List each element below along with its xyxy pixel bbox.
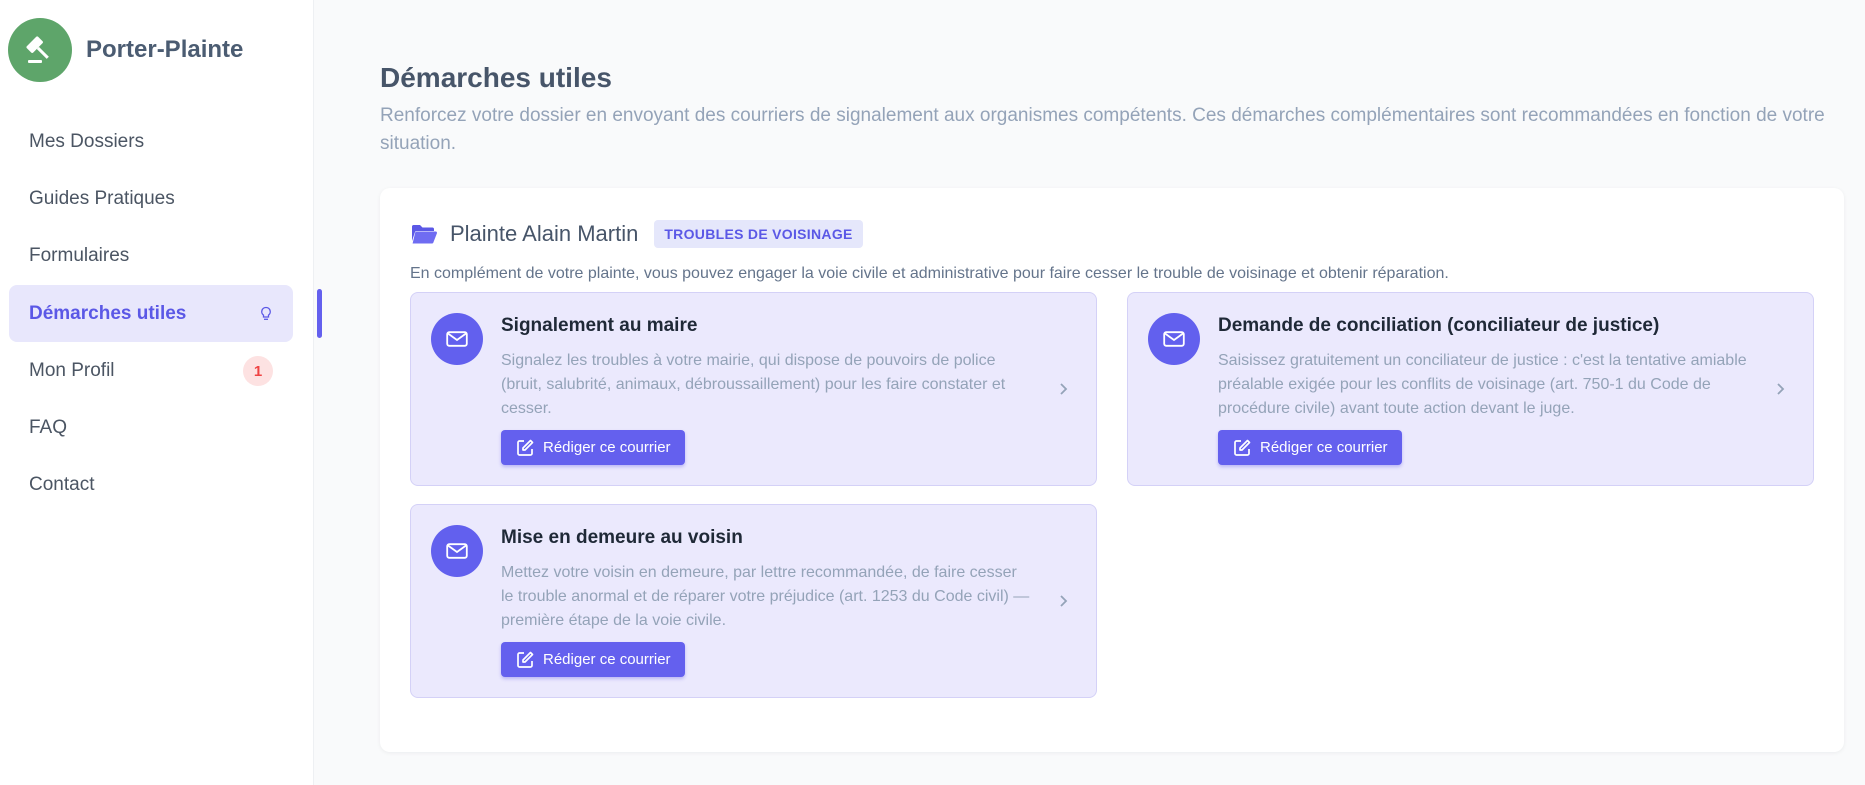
step-description: Saisissez gratuitement un conciliateur d… (1218, 352, 1747, 417)
chevron-right-icon (1060, 595, 1068, 607)
sidebar-item-demarches-utiles[interactable]: Démarches utiles (9, 285, 322, 342)
sidebar-item-label: Démarches utiles (29, 302, 187, 324)
case-description: En complément de votre plainte, vous pou… (410, 265, 1449, 282)
step-title: Mise en demeure au voisin (501, 527, 743, 548)
write-letter-button[interactable]: Rédiger ce courrier (501, 430, 685, 465)
sidebar-item-label: Guides Pratiques (29, 188, 175, 209)
step-card-signalement-maire[interactable]: Signalement au maire Signalez les troubl… (410, 292, 1097, 486)
mail-icon (431, 525, 483, 577)
step-body: Mise en demeure au voisin Mettez votre v… (501, 527, 1031, 633)
sidebar-item-label: Mon Profil (29, 360, 115, 381)
lightbulb-icon (261, 306, 271, 320)
edit-icon (517, 651, 534, 668)
sidebar-item-label: Formulaires (29, 245, 130, 266)
step-body: Signalement au maire Signalez les troubl… (501, 315, 1031, 421)
page-subtitle: Renforcez votre dossier en envoyant des … (380, 105, 1825, 154)
mail-icon (431, 313, 483, 365)
edit-icon (517, 439, 534, 456)
sidebar-item-mes-dossiers[interactable]: Mes Dossiers (9, 114, 293, 170)
button-label: Rédiger ce courrier (543, 439, 671, 456)
step-title: Demande de conciliation (conciliateur de… (1218, 315, 1660, 336)
sidebar: Porter-Plainte Mes Dossiers Guides Prati… (0, 0, 322, 785)
step-card-conciliation[interactable]: Demande de conciliation (conciliateur de… (1127, 292, 1814, 486)
brand[interactable]: Porter-Plainte (0, 18, 313, 82)
sidebar-nav: Mes Dossiers Guides Pratiques Formulaire… (0, 114, 322, 513)
edit-icon (1234, 439, 1251, 456)
mail-icon (1148, 313, 1200, 365)
sidebar-item-faq[interactable]: FAQ (9, 400, 293, 456)
sidebar-item-mon-profil[interactable]: Mon Profil 1 (9, 343, 293, 399)
case-title: Plainte Alain Martin (450, 221, 639, 246)
sidebar-item-label: Mes Dossiers (29, 131, 145, 152)
step-title: Signalement au maire (501, 315, 698, 336)
page-title: Démarches utiles (380, 62, 612, 93)
write-letter-button[interactable]: Rédiger ce courrier (501, 642, 685, 677)
button-label: Rédiger ce courrier (543, 651, 671, 668)
step-description: Mettez votre voisin en demeure, par lett… (501, 564, 1030, 629)
sidebar-item-contact[interactable]: Contact (9, 457, 293, 513)
step-body: Demande de conciliation (conciliateur de… (1218, 315, 1748, 421)
chevron-right-icon (1777, 383, 1785, 395)
active-indicator (317, 289, 322, 338)
sidebar-item-label: FAQ (29, 417, 68, 438)
notification-badge: 1 (243, 356, 273, 386)
case-card: Plainte Alain Martin TROUBLES DE VOISINA… (380, 188, 1844, 752)
step-card-mise-en-demeure[interactable]: Mise en demeure au voisin Mettez votre v… (410, 504, 1097, 698)
step-description: Signalez les troubles à votre mairie, qu… (501, 352, 1006, 417)
case-category-tag: TROUBLES DE VOISINAGE (654, 220, 863, 248)
sidebar-item-formulaires[interactable]: Formulaires (9, 228, 293, 284)
main-content: Démarches utiles Renforcez votre dossier… (314, 0, 1865, 785)
write-letter-button[interactable]: Rédiger ce courrier (1218, 430, 1402, 465)
sidebar-item-guides-pratiques[interactable]: Guides Pratiques (9, 171, 293, 227)
app: Porter-Plainte Mes Dossiers Guides Prati… (0, 0, 1865, 785)
sidebar-item-label: Contact (29, 474, 95, 495)
chevron-right-icon (1060, 383, 1068, 395)
gavel-icon (8, 18, 72, 82)
folder-open-icon (412, 225, 438, 244)
case-header: Plainte Alain Martin TROUBLES DE VOISINA… (410, 218, 1814, 250)
button-label: Rédiger ce courrier (1260, 439, 1388, 456)
brand-name: Porter-Plainte (86, 36, 244, 63)
